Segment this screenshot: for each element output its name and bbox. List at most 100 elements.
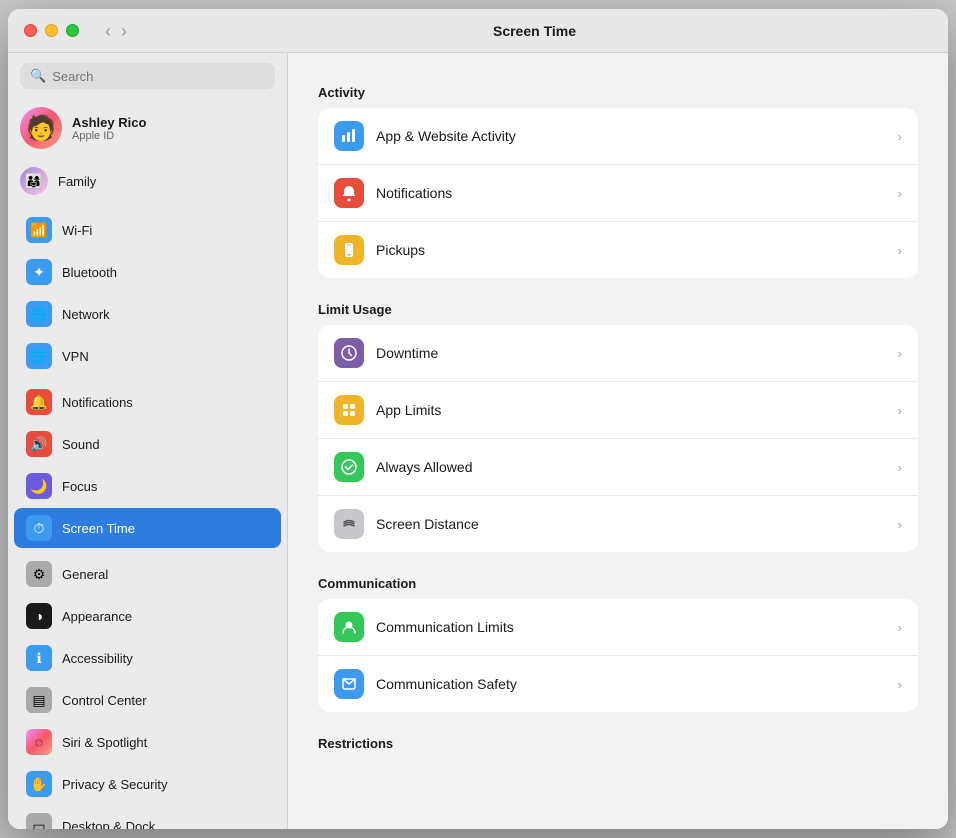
row-commsafety[interactable]: Communication Safety ›	[318, 656, 918, 712]
sidebar-item-wifi[interactable]: 📶 Wi-Fi	[14, 210, 281, 250]
app-website-icon	[334, 121, 364, 151]
card-limit: Downtime › App Limits ›	[318, 325, 918, 552]
sidebar-item-focus[interactable]: 🌙 Focus	[14, 466, 281, 506]
titlebar: ‹ › Screen Time	[8, 9, 948, 53]
sidebar-item-bluetooth[interactable]: ✦ Bluetooth	[14, 252, 281, 292]
screendist-label: Screen Distance	[376, 516, 886, 532]
applimits-icon	[334, 395, 364, 425]
sidebar-item-general[interactable]: ⚙ General	[14, 554, 281, 594]
sidebar-item-accessibility[interactable]: ℹ Accessibility	[14, 638, 281, 678]
notifications-row-label: Notifications	[376, 185, 886, 201]
family-avatar: 👨‍👩‍👧	[20, 167, 48, 195]
sidebar-label: Control Center	[62, 693, 147, 708]
applimits-label: App Limits	[376, 402, 886, 418]
nav-buttons: ‹ ›	[103, 22, 129, 40]
sidebar-item-family[interactable]: 👨‍👩‍👧 Family	[8, 161, 287, 205]
sidebar-label: Screen Time	[62, 521, 135, 536]
sidebar-label: Notifications	[62, 395, 133, 410]
screendist-icon	[334, 509, 364, 539]
search-input[interactable]	[52, 69, 265, 84]
row-downtime[interactable]: Downtime ›	[318, 325, 918, 382]
network-icon: 🌐	[26, 301, 52, 327]
chevron-icon: ›	[898, 186, 902, 201]
avatar: 🧑	[20, 107, 62, 149]
sidebar-label: Network	[62, 307, 110, 322]
notifications-row-icon	[334, 178, 364, 208]
forward-button[interactable]: ›	[119, 22, 129, 40]
sidebar-label: Bluetooth	[62, 265, 117, 280]
sidebar-item-notifications[interactable]: 🔔 Notifications	[14, 382, 281, 422]
notifications-icon: 🔔	[26, 389, 52, 415]
accessibility-icon: ℹ	[26, 645, 52, 671]
row-notifications[interactable]: Notifications ›	[318, 165, 918, 222]
screentime-icon: ⏱	[26, 515, 52, 541]
sidebar-label: Wi-Fi	[62, 223, 92, 238]
chevron-icon: ›	[898, 403, 902, 418]
sidebar-label: General	[62, 567, 108, 582]
commlimits-icon	[334, 612, 364, 642]
appearance-icon: ◑	[26, 603, 52, 629]
row-commlimits[interactable]: Communication Limits ›	[318, 599, 918, 656]
sidebar: 🔍 🧑 Ashley Rico Apple ID 👨‍👩‍👧 Family	[8, 53, 288, 829]
allowed-icon	[334, 452, 364, 482]
sidebar-item-siri[interactable]: ◌ Siri & Spotlight	[14, 722, 281, 762]
sidebar-item-sound[interactable]: 🔊 Sound	[14, 424, 281, 464]
chevron-icon: ›	[898, 460, 902, 475]
content-area: 🔍 🧑 Ashley Rico Apple ID 👨‍👩‍👧 Family	[8, 53, 948, 829]
main-panel: Activity App & Website Activity ›	[288, 53, 948, 829]
commsafety-icon	[334, 669, 364, 699]
general-icon: ⚙	[26, 561, 52, 587]
row-screendistance[interactable]: Screen Distance ›	[318, 496, 918, 552]
user-subtitle: Apple ID	[72, 130, 146, 142]
chevron-icon: ›	[898, 346, 902, 361]
chevron-icon: ›	[898, 620, 902, 635]
downtime-label: Downtime	[376, 345, 886, 361]
privacy-icon: ✋	[26, 771, 52, 797]
pickups-icon	[334, 235, 364, 265]
vpn-icon: 🌐	[26, 343, 52, 369]
close-button[interactable]	[24, 24, 37, 37]
controlcenter-icon: ▤	[26, 687, 52, 713]
section-header-limit: Limit Usage	[318, 302, 918, 317]
minimize-button[interactable]	[45, 24, 58, 37]
family-label: Family	[58, 174, 96, 189]
sidebar-label: Accessibility	[62, 651, 133, 666]
sidebar-label: Focus	[62, 479, 97, 494]
fullscreen-button[interactable]	[66, 24, 79, 37]
sidebar-label: Appearance	[62, 609, 132, 624]
sound-icon: 🔊	[26, 431, 52, 457]
allowed-label: Always Allowed	[376, 459, 886, 475]
downtime-icon	[334, 338, 364, 368]
section-header-communication: Communication	[318, 576, 918, 591]
search-icon: 🔍	[30, 68, 46, 84]
sidebar-item-vpn[interactable]: 🌐 VPN	[14, 336, 281, 376]
user-profile[interactable]: 🧑 Ashley Rico Apple ID	[8, 99, 287, 161]
focus-icon: 🌙	[26, 473, 52, 499]
section-header-activity: Activity	[318, 85, 918, 100]
desktop-icon: ▭	[26, 813, 52, 829]
sidebar-item-appearance[interactable]: ◑ Appearance	[14, 596, 281, 636]
user-name: Ashley Rico	[72, 115, 146, 130]
sidebar-item-screentime[interactable]: ⏱ Screen Time	[14, 508, 281, 548]
row-allowed[interactable]: Always Allowed ›	[318, 439, 918, 496]
row-applimits[interactable]: App Limits ›	[318, 382, 918, 439]
pickups-label: Pickups	[376, 242, 886, 258]
sidebar-label: VPN	[62, 349, 89, 364]
search-box[interactable]: 🔍	[20, 63, 275, 89]
sidebar-item-privacy[interactable]: ✋ Privacy & Security	[14, 764, 281, 804]
search-container: 🔍	[8, 53, 287, 99]
sidebar-item-network[interactable]: 🌐 Network	[14, 294, 281, 334]
chevron-icon: ›	[898, 677, 902, 692]
sidebar-item-controlcenter[interactable]: ▤ Control Center	[14, 680, 281, 720]
sidebar-label: Siri & Spotlight	[62, 735, 147, 750]
section-header-restrictions: Restrictions	[318, 736, 918, 751]
main-window: ‹ › Screen Time 🔍 🧑 Ashley Rico Ap	[8, 9, 948, 829]
card-activity: App & Website Activity › Notifications ›	[318, 108, 918, 278]
row-app-website[interactable]: App & Website Activity ›	[318, 108, 918, 165]
chevron-icon: ›	[898, 243, 902, 258]
commlimits-label: Communication Limits	[376, 619, 886, 635]
row-pickups[interactable]: Pickups ›	[318, 222, 918, 278]
back-button[interactable]: ‹	[103, 22, 113, 40]
chevron-icon: ›	[898, 517, 902, 532]
sidebar-item-desktop[interactable]: ▭ Desktop & Dock	[14, 806, 281, 829]
